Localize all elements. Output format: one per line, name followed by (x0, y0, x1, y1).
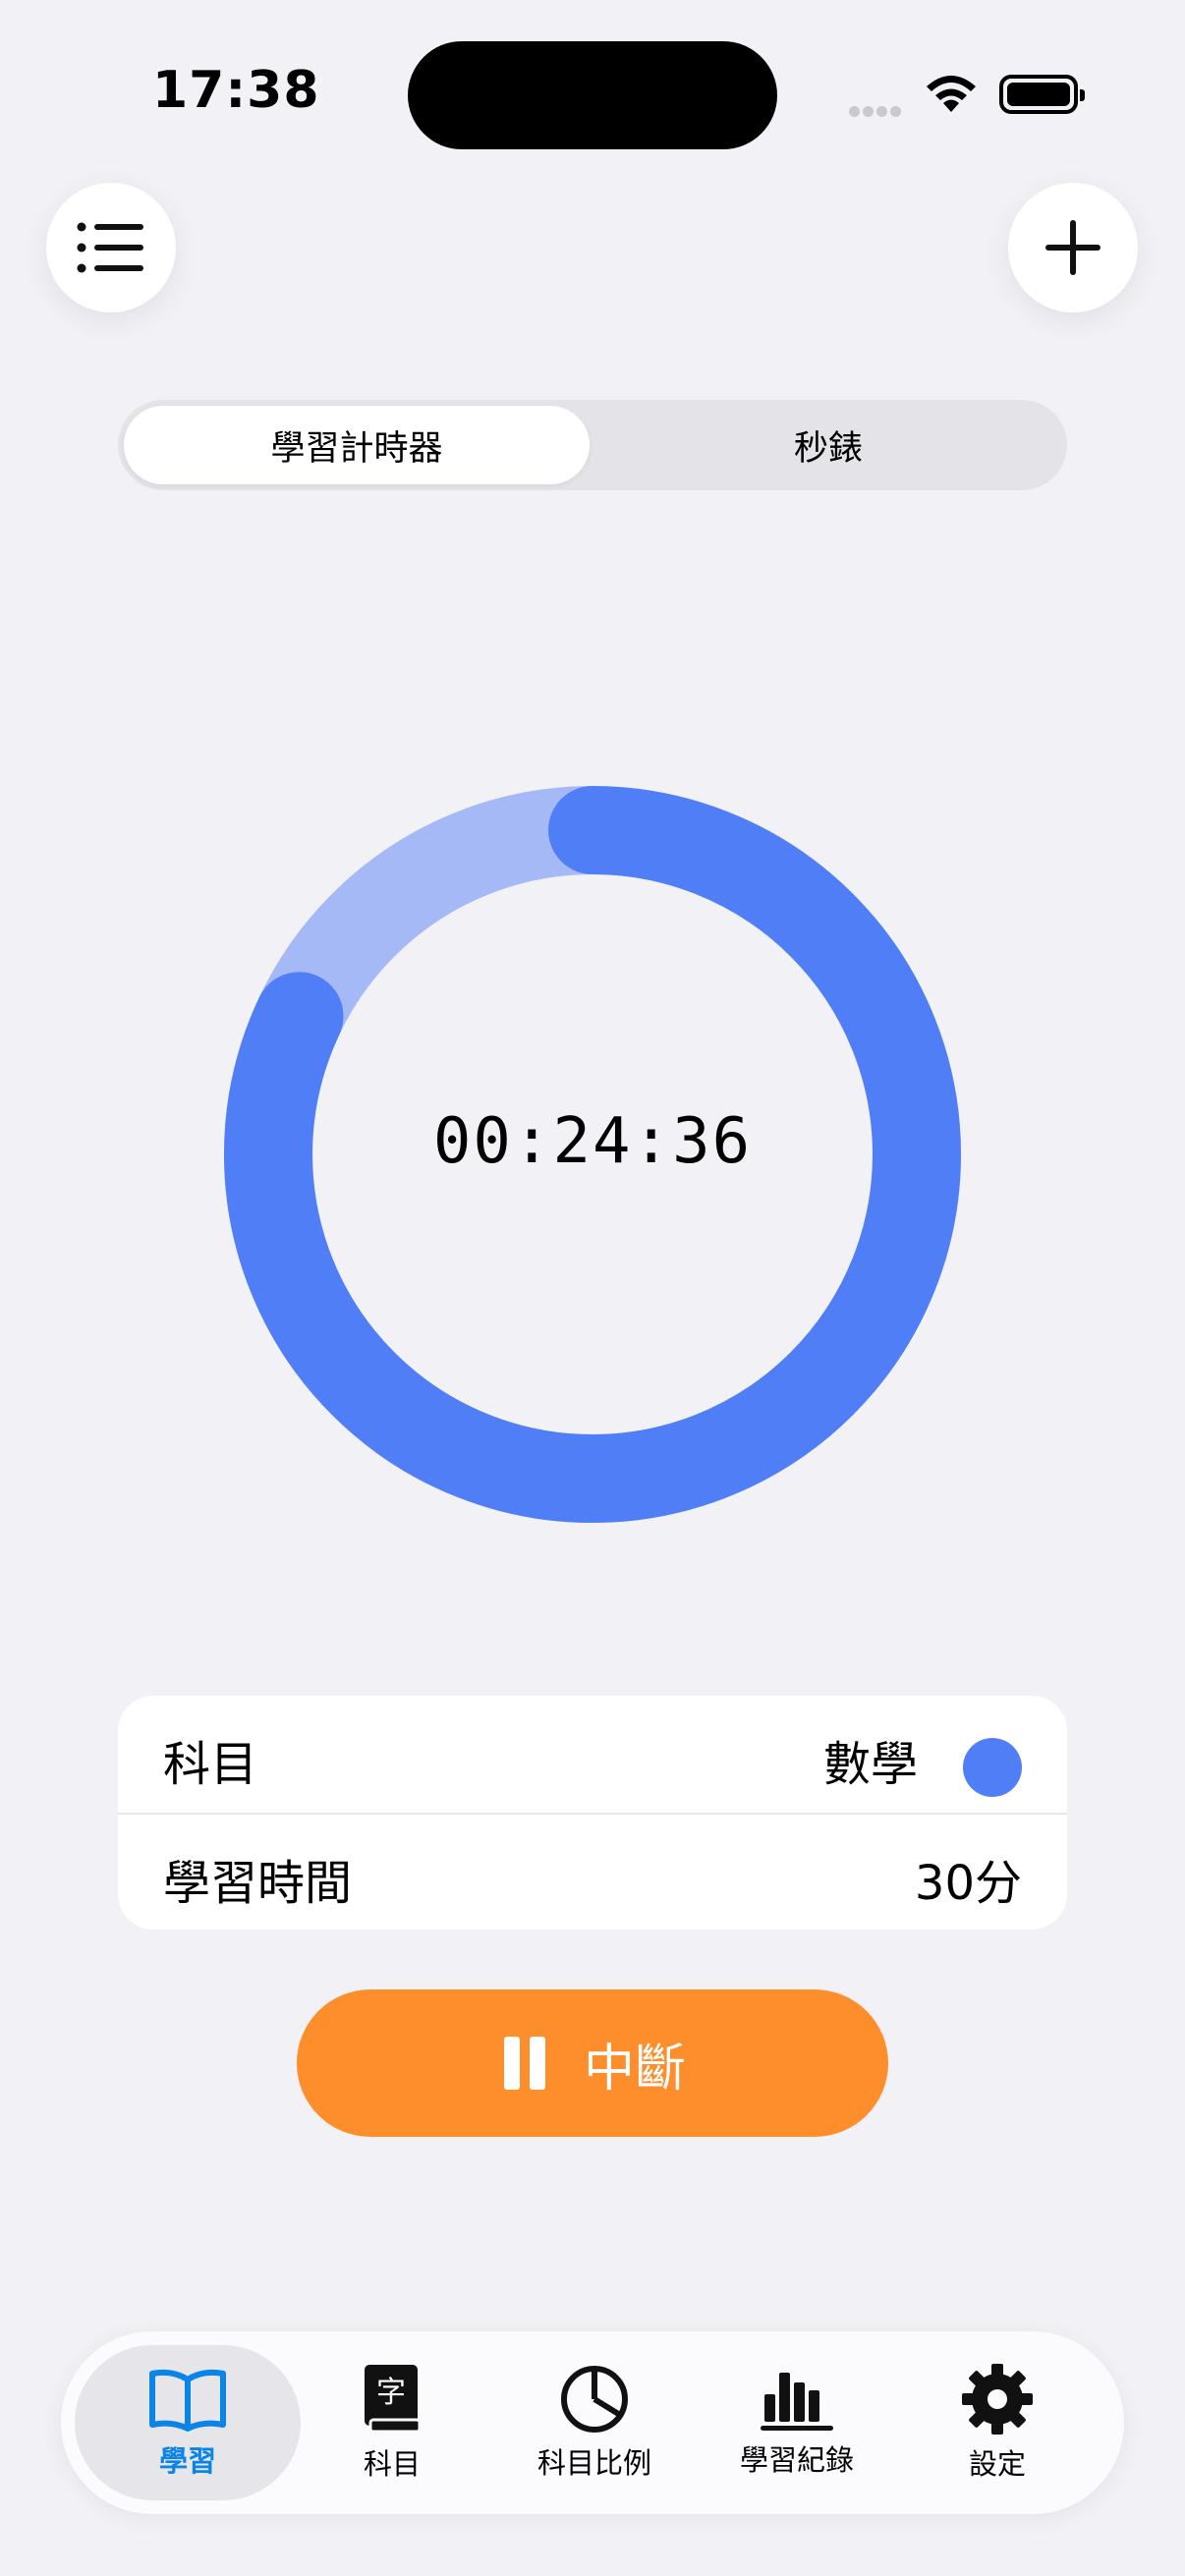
pause-icon (499, 2037, 550, 2090)
subject-label: 科目 (163, 1737, 258, 1792)
book-icon (149, 2369, 226, 2432)
tab-label: 科目 (363, 2447, 421, 2481)
timer-display: 00:24:36 (432, 1105, 753, 1178)
subject-color-dot (963, 1738, 1022, 1797)
tab-label: 學習紀錄 (739, 2443, 854, 2477)
pie-chart-icon (561, 2366, 628, 2433)
dictionary-icon: 字 (365, 2365, 422, 2434)
tab-label: 科目比例 (536, 2446, 651, 2480)
bar-chart-icon (761, 2373, 833, 2431)
duration-row[interactable]: 學習時間 30分 (118, 1815, 1067, 1930)
study-settings-card: 科目 數學 學習時間 30分 (118, 1696, 1067, 1930)
subject-value: 數學 (822, 1737, 918, 1792)
duration-label: 學習時間 (163, 1856, 353, 1911)
tab-settings[interactable]: 設定 (884, 2345, 1110, 2500)
gear-icon (962, 2364, 1033, 2435)
tab-bar: 學習 字 科目 科目比例 學習紀錄 設定 (61, 2331, 1124, 2514)
pause-button-label: 中斷 (583, 2039, 686, 2099)
tab-label: 學習 (158, 2444, 216, 2478)
tab-subject-ratio[interactable]: 科目比例 (481, 2345, 707, 2500)
progress-ring (224, 786, 961, 1523)
pause-button[interactable]: 中斷 (297, 1989, 888, 2137)
tab-study[interactable]: 學習 (75, 2345, 301, 2500)
tab-label: 設定 (968, 2447, 1026, 2481)
duration-value: 30分 (914, 1856, 1022, 1911)
subject-row[interactable]: 科目 數學 (118, 1696, 1067, 1813)
svg-text:字: 字 (376, 2376, 406, 2410)
subject-value-container: 數學 (823, 1725, 1022, 1797)
tab-subjects[interactable]: 字 科目 (279, 2345, 505, 2500)
tab-study-records[interactable]: 學習紀錄 (684, 2345, 910, 2500)
